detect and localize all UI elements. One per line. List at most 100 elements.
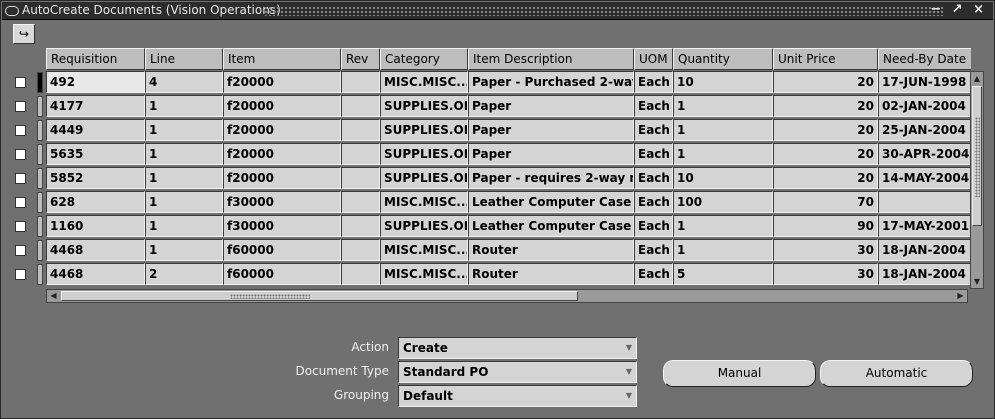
chevron-down-icon[interactable]: ▼: [626, 386, 632, 406]
cell-unit-price[interactable]: 20: [773, 167, 878, 189]
cell-need-by-date[interactable]: [878, 191, 971, 213]
cell-line[interactable]: 1: [145, 215, 223, 237]
cell-quantity[interactable]: 1: [673, 119, 773, 141]
cell-category[interactable]: SUPPLIES.OI: [380, 167, 468, 189]
cell-quantity[interactable]: 10: [673, 167, 773, 189]
column-header-need-by-date[interactable]: Need-By Date: [878, 48, 971, 70]
cell-category[interactable]: MISC.MISC...: [380, 71, 468, 93]
cell-item[interactable]: f20000: [223, 71, 341, 93]
column-header-unit-price[interactable]: Unit Price: [773, 48, 878, 70]
row-current-indicator[interactable]: [37, 120, 43, 141]
vertical-scroll-thumb[interactable]: [972, 86, 982, 226]
open-folder-icon[interactable]: ↪: [13, 24, 35, 44]
cell-item-description[interactable]: Leather Computer Case: [468, 215, 634, 237]
cell-uom[interactable]: Each: [634, 263, 673, 285]
cell-item[interactable]: f60000: [223, 239, 341, 261]
cell-category[interactable]: MISC.MISC...: [380, 239, 468, 261]
cell-rev[interactable]: [341, 119, 380, 141]
cell-unit-price[interactable]: 70: [773, 191, 878, 213]
cell-unit-price[interactable]: 90: [773, 215, 878, 237]
row-checkbox[interactable]: [15, 245, 26, 256]
row-current-indicator[interactable]: [37, 96, 43, 117]
cell-unit-price[interactable]: 20: [773, 119, 878, 141]
cell-rev[interactable]: [341, 215, 380, 237]
cell-line[interactable]: 2: [145, 263, 223, 285]
cell-item-description[interactable]: Paper: [468, 143, 634, 165]
cell-requisition[interactable]: 4468: [46, 239, 145, 261]
cell-line[interactable]: 1: [145, 167, 223, 189]
scroll-down-icon[interactable]: ▼: [971, 275, 983, 288]
cell-need-by-date[interactable]: 18-JAN-2004 1: [878, 239, 971, 261]
scroll-left-icon[interactable]: ◀: [47, 290, 60, 302]
row-checkbox[interactable]: [15, 173, 26, 184]
cell-quantity[interactable]: 1: [673, 143, 773, 165]
cell-item-description[interactable]: Leather Computer Case -: [468, 191, 634, 213]
cell-line[interactable]: 1: [145, 239, 223, 261]
cell-unit-price[interactable]: 20: [773, 71, 878, 93]
column-header-rev[interactable]: Rev: [341, 48, 380, 70]
cell-need-by-date[interactable]: 25-JAN-2004 1: [878, 119, 971, 141]
row-current-indicator[interactable]: [37, 192, 43, 213]
column-header-category[interactable]: Category: [380, 48, 468, 70]
cell-uom[interactable]: Each: [634, 239, 673, 261]
cell-item[interactable]: f60000: [223, 263, 341, 285]
cell-requisition[interactable]: 4468: [46, 263, 145, 285]
row-current-indicator[interactable]: [37, 168, 43, 189]
cell-item[interactable]: f20000: [223, 95, 341, 117]
manual-button[interactable]: Manual: [663, 360, 816, 387]
cell-uom[interactable]: Each: [634, 143, 673, 165]
cell-requisition[interactable]: 4177: [46, 95, 145, 117]
row-checkbox[interactable]: [15, 269, 26, 280]
cell-category[interactable]: SUPPLIES.OI: [380, 95, 468, 117]
cell-item-description[interactable]: Router: [468, 239, 634, 261]
column-header-line[interactable]: Line: [145, 48, 223, 70]
row-current-indicator[interactable]: [37, 72, 43, 93]
cell-item-description[interactable]: Paper - requires 2-way m: [468, 167, 634, 189]
cell-quantity[interactable]: 1: [673, 95, 773, 117]
document-type-select[interactable]: Standard PO ▼: [398, 361, 637, 383]
cell-unit-price[interactable]: 30: [773, 263, 878, 285]
grouping-select[interactable]: Default ▼: [398, 385, 637, 407]
window-controls[interactable]: − ↗ ×: [930, 2, 987, 17]
cell-rev[interactable]: [341, 191, 380, 213]
cell-unit-price[interactable]: 20: [773, 95, 878, 117]
cell-uom[interactable]: Each: [634, 71, 673, 93]
column-header-requisition[interactable]: Requisition: [46, 48, 145, 70]
cell-need-by-date[interactable]: 30-APR-2004 0: [878, 143, 971, 165]
column-header-item[interactable]: Item: [223, 48, 341, 70]
chevron-down-icon[interactable]: ▼: [626, 362, 632, 382]
cell-requisition[interactable]: 5635: [46, 143, 145, 165]
row-checkbox[interactable]: [15, 197, 26, 208]
automatic-button[interactable]: Automatic: [820, 360, 973, 387]
cell-uom[interactable]: Each: [634, 95, 673, 117]
cell-uom[interactable]: Each: [634, 191, 673, 213]
cell-item-description[interactable]: Paper: [468, 95, 634, 117]
cell-requisition[interactable]: 492: [46, 71, 145, 93]
cell-need-by-date[interactable]: 02-JAN-2004 1: [878, 95, 971, 117]
column-header-item-description[interactable]: Item Description: [468, 48, 634, 70]
chevron-down-icon[interactable]: ▼: [626, 338, 632, 358]
cell-quantity[interactable]: 100: [673, 191, 773, 213]
cell-category[interactable]: SUPPLIES.OI: [380, 215, 468, 237]
cell-rev[interactable]: [341, 263, 380, 285]
cell-category[interactable]: SUPPLIES.OI: [380, 143, 468, 165]
cell-category[interactable]: MISC.MISC...: [380, 263, 468, 285]
cell-rev[interactable]: [341, 239, 380, 261]
cell-item-description[interactable]: Router: [468, 263, 634, 285]
cell-unit-price[interactable]: 30: [773, 239, 878, 261]
cell-line[interactable]: 1: [145, 119, 223, 141]
vertical-scrollbar[interactable]: ▲ ▼: [970, 71, 984, 289]
action-select[interactable]: Create ▼: [398, 337, 637, 359]
cell-unit-price[interactable]: 20: [773, 143, 878, 165]
cell-need-by-date[interactable]: 17-JUN-1998 0: [878, 71, 971, 93]
cell-uom[interactable]: Each: [634, 119, 673, 141]
row-checkbox[interactable]: [15, 77, 26, 88]
scroll-right-icon[interactable]: ▶: [954, 290, 967, 302]
cell-item[interactable]: f30000: [223, 191, 341, 213]
cell-uom[interactable]: Each: [634, 215, 673, 237]
cell-quantity[interactable]: 10: [673, 71, 773, 93]
cell-quantity[interactable]: 1: [673, 239, 773, 261]
cell-rev[interactable]: [341, 143, 380, 165]
row-checkbox[interactable]: [15, 125, 26, 136]
cell-need-by-date[interactable]: 18-JAN-2004 1: [878, 263, 971, 285]
